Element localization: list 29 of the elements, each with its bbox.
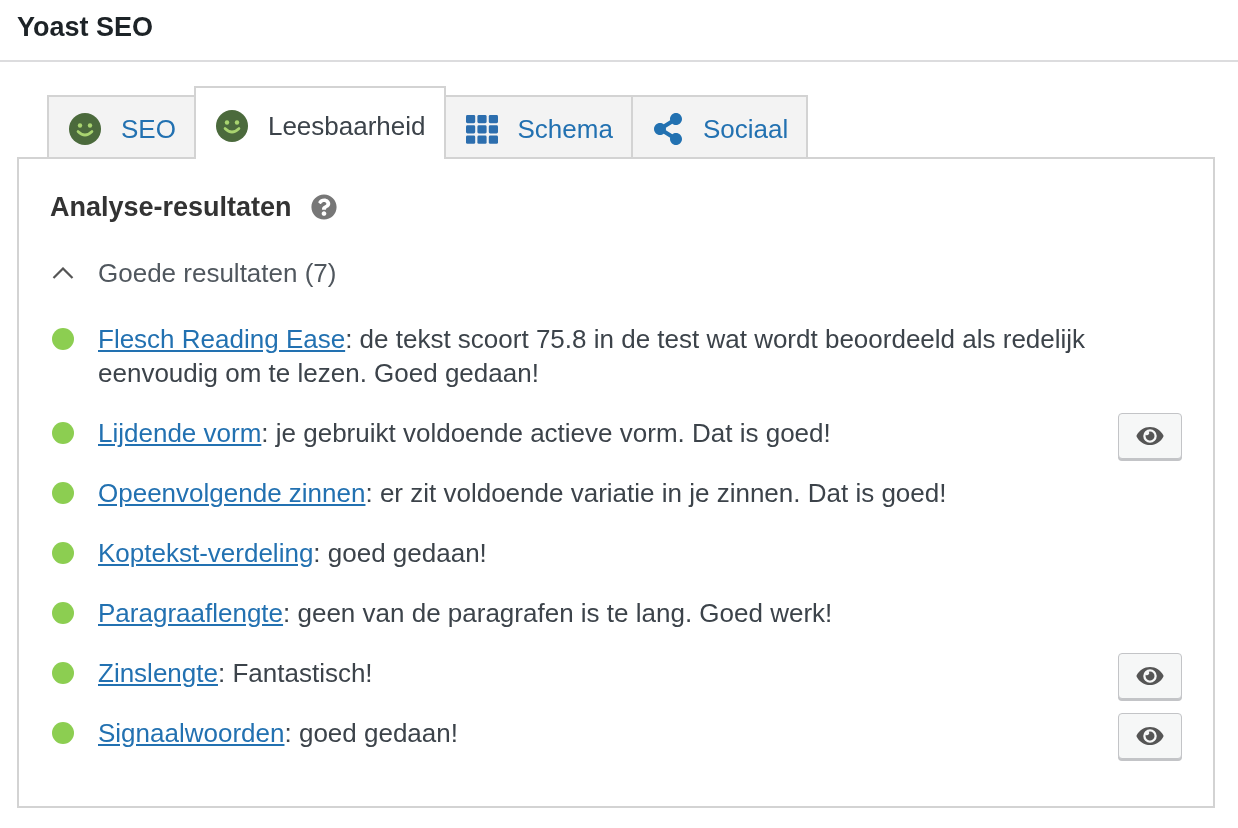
result-link[interactable]: Flesch Reading Ease: [98, 324, 346, 354]
grid-icon: [465, 114, 498, 144]
share-icon: [652, 113, 683, 145]
smiley-icon: [215, 109, 248, 142]
result-text: Opeenvolgende zinnen: er zit voldoende variatie in je zinnen. Dat is goed!: [98, 477, 948, 510]
tab[interactable]: Leesbaarheid: [193, 86, 446, 159]
smiley-icon: [69, 113, 101, 145]
result-link[interactable]: Opeenvolgende zinnen: [98, 478, 366, 508]
eye-button[interactable]: [1118, 713, 1182, 759]
result-link[interactable]: Zinslengte: [98, 658, 218, 688]
tab[interactable]: Sociaal: [630, 95, 809, 157]
result-text: Signaalwoorden: goed gedaan!: [98, 717, 459, 750]
result-link[interactable]: Lijdende vorm: [98, 418, 262, 448]
tab[interactable]: Schema: [443, 95, 633, 157]
eye-button[interactable]: [1118, 653, 1182, 699]
results-toggle[interactable]: Goede resultaten (7): [52, 256, 337, 290]
tab[interactable]: SEO: [47, 95, 196, 157]
section-title: Analyse-resultaten: [50, 191, 292, 224]
result-text: Flesch Reading Ease: de tekst scoort 75.8 in de test wat wordt beoordeeld als redelijk eenvoudig om te lezen. Goed gedaan!: [98, 323, 1087, 390]
result-link[interactable]: Signaalwoorden: [98, 718, 285, 748]
result-text: Koptekst-verdeling: goed gedaan!: [98, 537, 488, 570]
eye-button[interactable]: [1118, 413, 1182, 459]
result-link[interactable]: Paragraaflengte: [98, 598, 284, 628]
result-text: Paragraaflengte: geen van de paragrafen is te lang. Goed werk!: [98, 597, 834, 630]
result-text: Lijdende vorm: je gebruikt voldoende actieve vorm. Dat is goed!: [98, 417, 832, 450]
result-text: Zinslengte: Fantastisch!: [98, 657, 374, 690]
page-title: Yoast SEO: [17, 11, 154, 44]
result-link[interactable]: Koptekst-verdeling: [98, 538, 314, 568]
help-icon[interactable]: [310, 194, 337, 220]
